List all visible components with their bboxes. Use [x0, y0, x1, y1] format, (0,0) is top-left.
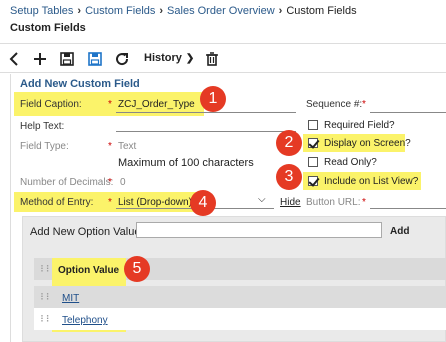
include-list-view-checkbox[interactable] [308, 176, 318, 186]
drag-handle-icon[interactable]: ⠇⠇ [40, 292, 52, 303]
button-url-input[interactable] [370, 208, 446, 209]
add-icon[interactable] [31, 50, 49, 68]
field-caption-input[interactable]: ZCJ_Order_Type [118, 99, 195, 110]
required-asterisk: * [108, 141, 112, 152]
option-value-link[interactable]: Telephony [62, 315, 108, 326]
drag-handle-icon[interactable]: ⠇⠇ [40, 314, 52, 325]
help-text-input[interactable] [116, 131, 296, 132]
option-value-column-header[interactable]: Option Value [58, 265, 119, 276]
breadcrumb: Setup Tables › Custom Fields › Sales Order O… [10, 5, 357, 17]
toolbar: History ❯ [0, 43, 446, 73]
required-asterisk: * [362, 99, 366, 110]
breadcrumb-sales-order-overview[interactable]: Sales Order Overview [167, 5, 275, 17]
breadcrumb-custom-fields[interactable]: Custom Fields [85, 5, 155, 17]
chevron-down-icon: ❯ [185, 53, 195, 64]
chevron-down-icon[interactable]: ⌵ [258, 194, 266, 205]
callout-badge-3: 3 [276, 164, 302, 190]
breadcrumb-separator: › [77, 5, 82, 17]
save-icon[interactable] [58, 50, 76, 68]
sequence-input[interactable] [370, 112, 446, 113]
callout-badge-1: 1 [200, 86, 226, 112]
trash-icon[interactable] [203, 50, 221, 68]
decimals-value: 0 [120, 177, 126, 188]
read-only-label: Read Only? [324, 157, 377, 168]
field-type-label: Field Type: [20, 141, 69, 152]
breadcrumb-setup-tables[interactable]: Setup Tables [10, 5, 73, 17]
hide-link[interactable]: Hide [280, 197, 301, 208]
page-title: Custom Fields [10, 22, 86, 34]
breadcrumb-separator: › [278, 5, 283, 17]
callout-badge-5: 5 [124, 256, 150, 282]
required-field-checkbox[interactable] [308, 120, 318, 130]
back-icon[interactable] [6, 50, 24, 68]
method-of-entry-label: Method of Entry: [20, 197, 94, 208]
section-title: Add New Custom Field [20, 78, 140, 90]
max-characters-note: Maximum of 100 characters [118, 157, 254, 169]
add-option-input[interactable] [136, 222, 382, 238]
refresh-icon[interactable] [113, 50, 131, 68]
option-value-link[interactable]: MIT [62, 293, 79, 304]
field-caption-underline [116, 112, 296, 113]
callout-badge-2: 2 [276, 130, 302, 156]
button-url-label: Button URL: [306, 197, 361, 208]
required-asterisk: * [108, 177, 112, 188]
callout-badge-4: 4 [190, 190, 216, 216]
read-only-checkbox[interactable] [308, 157, 318, 167]
breadcrumb-current: Custom Fields [286, 5, 357, 17]
sequence-label: Sequence #: [306, 99, 363, 110]
save-and-new-icon[interactable] [86, 50, 104, 68]
field-type-value: Text [118, 141, 137, 152]
field-caption-label: Field Caption: [20, 99, 82, 110]
required-asterisk: * [108, 99, 112, 110]
include-list-view-label: Include on List View? [324, 176, 419, 187]
decimals-label: Number of Decimals: [20, 177, 114, 188]
help-text-label: Help Text: [20, 121, 65, 132]
table-row[interactable] [34, 286, 446, 308]
display-on-screen-checkbox[interactable] [308, 138, 318, 148]
history-menu[interactable]: History ❯ [144, 52, 194, 64]
method-of-entry-select[interactable]: List (Drop-down) [118, 197, 192, 208]
breadcrumb-separator: › [159, 5, 164, 17]
add-option-button[interactable]: Add [390, 226, 409, 237]
required-asterisk: * [108, 197, 112, 208]
drag-handle-icon[interactable]: ⠇⠇ [40, 264, 52, 275]
required-field-label: Required Field? [324, 120, 395, 131]
history-label: History [144, 52, 182, 64]
add-option-label: Add New Option Value : [30, 226, 147, 238]
required-asterisk: * [362, 197, 366, 208]
display-on-screen-label: Display on Screen? [324, 138, 411, 149]
